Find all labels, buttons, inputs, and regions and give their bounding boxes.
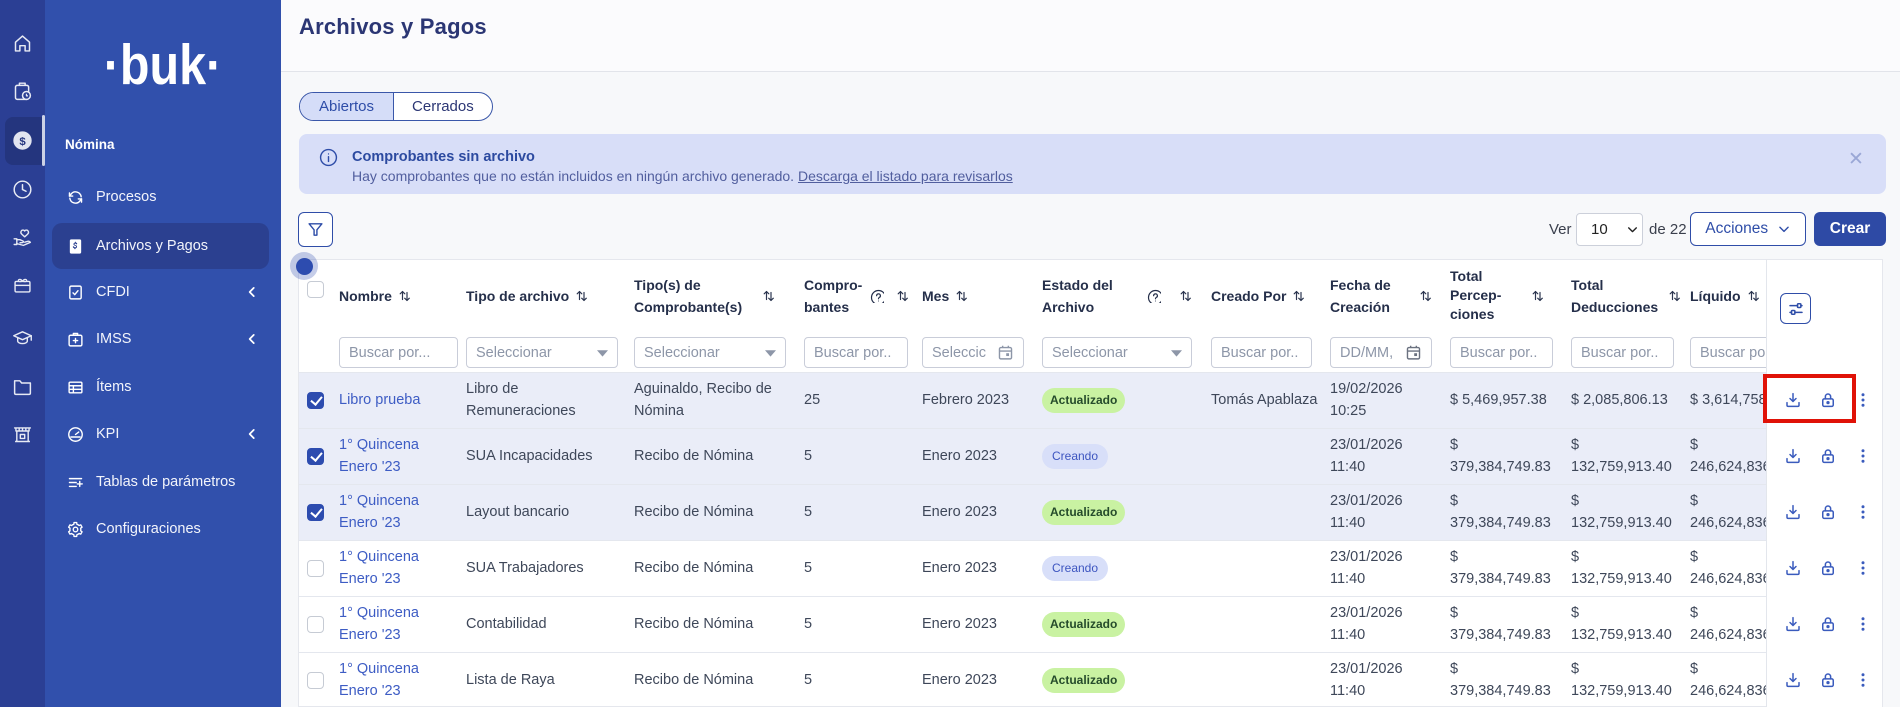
svg-text:$: $ — [19, 136, 26, 148]
